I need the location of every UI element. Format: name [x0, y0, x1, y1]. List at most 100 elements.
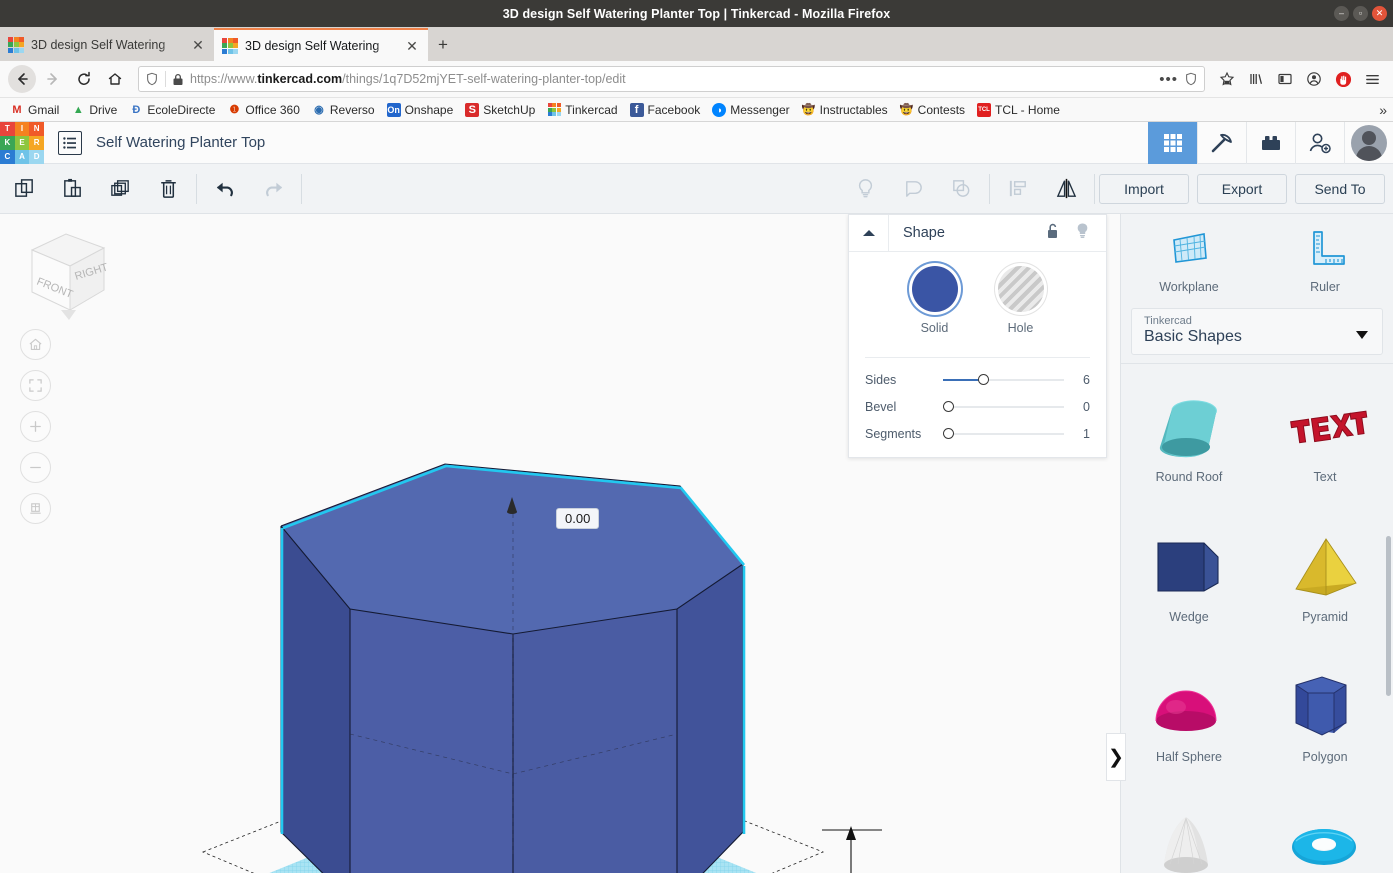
sidebar-tools: Workplane Ruler — [1121, 214, 1393, 304]
hole-label: Hole — [1007, 321, 1034, 335]
panel-expand-toggle[interactable]: ❯ — [1106, 733, 1126, 781]
hole-swatch[interactable] — [997, 266, 1044, 312]
sendto-button[interactable]: Send To — [1295, 173, 1385, 204]
home-view-button[interactable] — [20, 329, 51, 360]
segments-slider[interactable] — [943, 427, 1064, 441]
maximize-button[interactable]: ▫ — [1353, 6, 1368, 21]
align-icon[interactable] — [994, 164, 1042, 214]
reader-mode-icon[interactable] — [1184, 72, 1198, 86]
bookmark-reverso[interactable]: ◉ Reverso — [307, 101, 380, 119]
bookmark-messenger[interactable]: ◑ Messenger — [707, 101, 794, 119]
sidebar-scrollbar[interactable] — [1386, 536, 1391, 696]
shape-item-wedge[interactable]: Wedge — [1121, 512, 1257, 652]
zoom-out-button[interactable] — [20, 452, 51, 483]
pick-tool-button[interactable] — [1197, 121, 1246, 164]
page-title[interactable]: Self Watering Planter Top — [96, 134, 265, 151]
workplane-tool[interactable]: Workplane — [1121, 228, 1257, 294]
forward-button[interactable] — [39, 65, 67, 93]
chevron-down-icon[interactable] — [1356, 331, 1368, 339]
bookmark-gmail[interactable]: M Gmail — [5, 101, 64, 119]
duplicate-icon[interactable] — [96, 164, 144, 214]
home-button[interactable] — [101, 65, 129, 93]
bookmark-tinkercad[interactable]: Tinkercad — [542, 101, 622, 119]
browser-tab-2[interactable]: 3D design Self Watering ✕ — [214, 28, 428, 61]
firefox-menu-icon[interactable] — [1359, 66, 1385, 92]
bookmark-label: Onshape — [404, 102, 454, 117]
bevel-slider[interactable] — [943, 400, 1064, 414]
bookmark-facebook[interactable]: f Facebook — [625, 101, 706, 119]
logo-letter: E — [14, 135, 30, 150]
view-cube[interactable]: FRONT RIGHT — [14, 222, 114, 327]
bookmark-label: Facebook — [647, 102, 701, 117]
blocks-grid-button[interactable] — [1148, 121, 1197, 164]
account-icon[interactable] — [1301, 66, 1327, 92]
3d-viewport[interactable]: Workplane — [0, 214, 1120, 873]
browser-tab-1[interactable]: 3D design Self Watering ✕ — [0, 28, 214, 61]
tab-close-icon[interactable]: ✕ — [190, 37, 206, 53]
shape-outline-icon[interactable] — [889, 164, 937, 214]
bookmark-office360[interactable]: ❶ Office 360 — [222, 101, 304, 119]
paste-icon[interactable] — [48, 164, 96, 214]
prism-front-right-face — [513, 609, 677, 873]
shape-item-round-roof[interactable]: Round Roof — [1121, 372, 1257, 512]
bookmarks-overflow-icon[interactable]: » — [1379, 102, 1387, 118]
fit-to-view-button[interactable] — [20, 370, 51, 401]
zoom-in-button[interactable] — [20, 411, 51, 442]
bookmark-tcl-home[interactable]: TCL TCL - Home — [972, 101, 1065, 119]
page-actions-icon[interactable]: ••• — [1159, 71, 1178, 88]
bookmark-contests[interactable]: 🤠 Contests — [895, 101, 970, 119]
shape-item-torus[interactable]: Torus — [1257, 792, 1393, 873]
reload-button[interactable] — [70, 65, 98, 93]
brick-tool-button[interactable] — [1246, 121, 1295, 164]
shape-library-select[interactable]: Tinkercad Basic Shapes — [1131, 308, 1383, 355]
shape-item-cone[interactable]: Cone — [1121, 792, 1257, 873]
export-button[interactable]: Export — [1197, 173, 1287, 204]
unlock-icon[interactable] — [1046, 222, 1061, 244]
solid-option[interactable]: Solid — [911, 266, 958, 335]
invite-user-button[interactable] — [1295, 121, 1344, 164]
orthographic-toggle-button[interactable] — [20, 493, 51, 524]
project-list-icon[interactable] — [58, 130, 82, 155]
bookmark-instructables[interactable]: 🤠 Instructables — [797, 101, 893, 119]
new-tab-button[interactable]: + — [428, 28, 458, 61]
minimize-button[interactable]: – — [1334, 6, 1349, 21]
bookmark-ecoledirecte[interactable]: Ɖ EcoleDirecte — [124, 101, 220, 119]
library-icon[interactable] — [1243, 66, 1269, 92]
top-dimension-label[interactable]: 0.00 — [556, 508, 600, 529]
url-bar[interactable]: https://www.tinkercad.com/things/1q7D52m… — [138, 66, 1205, 92]
adblock-icon[interactable] — [1330, 66, 1356, 92]
sides-slider[interactable] — [943, 373, 1064, 387]
main-area: Workplane — [0, 214, 1393, 873]
light-bulb-icon[interactable] — [841, 164, 889, 214]
solid-color-swatch[interactable] — [911, 266, 958, 312]
import-button[interactable]: Import — [1099, 173, 1189, 204]
shape-panel-collapse-button[interactable] — [849, 214, 889, 252]
undo-icon[interactable] — [201, 164, 249, 214]
tracking-shield-icon[interactable] — [145, 72, 159, 86]
sidebar-toggle-icon[interactable] — [1272, 66, 1298, 92]
mirror-icon[interactable] — [1042, 164, 1090, 214]
shape-item-polygon[interactable]: Polygon — [1257, 652, 1393, 792]
lock-icon[interactable] — [172, 73, 184, 86]
group-icon[interactable] — [937, 164, 985, 214]
bookmark-onshape[interactable]: On Onshape — [382, 101, 459, 119]
bookmark-star-icon[interactable] — [1214, 66, 1240, 92]
user-avatar[interactable] — [1344, 121, 1393, 164]
delete-icon[interactable] — [144, 164, 192, 214]
ruler-tool[interactable]: Ruler — [1257, 228, 1393, 294]
tinkercad-logo[interactable]: T I N K E R C A D — [0, 121, 44, 164]
copy-icon[interactable] — [0, 164, 48, 214]
hole-option[interactable]: Hole — [997, 266, 1044, 335]
bookmark-sketchup[interactable]: S SketchUp — [460, 101, 540, 119]
shape-item-pyramid[interactable]: Pyramid — [1257, 512, 1393, 652]
bookmark-drive[interactable]: ▲ Drive — [66, 101, 122, 119]
shape-item-half-sphere[interactable]: Half Sphere — [1121, 652, 1257, 792]
light-bulb-icon[interactable] — [1075, 222, 1090, 244]
close-button[interactable]: ✕ — [1372, 6, 1387, 21]
shape-panel-header: Shape — [849, 214, 1106, 252]
redo-icon[interactable] — [249, 164, 297, 214]
shapes-sidebar: Workplane Ruler Tinkercad Basic Shapes R… — [1120, 214, 1393, 873]
back-button[interactable] — [8, 65, 36, 93]
tab-close-icon[interactable]: ✕ — [404, 38, 420, 54]
shape-item-text[interactable]: Text — [1257, 372, 1393, 512]
